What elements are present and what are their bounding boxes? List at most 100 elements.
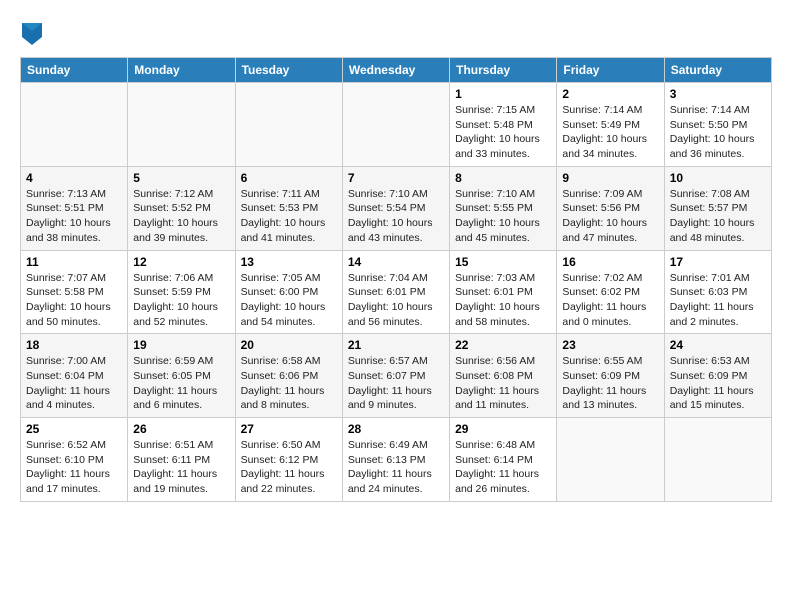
calendar-cell: 3 Sunrise: 7:14 AMSunset: 5:50 PMDaylight… <box>664 83 771 167</box>
calendar-cell: 14 Sunrise: 7:04 AMSunset: 6:01 PMDayligh… <box>342 250 449 334</box>
calendar-week-row: 11 Sunrise: 7:07 AMSunset: 5:58 PMDayligh… <box>21 250 772 334</box>
calendar-table: SundayMondayTuesdayWednesdayThursdayFrid… <box>20 57 772 502</box>
calendar-cell: 26Sunrise: 6:51 AMSunset: 6:11 PMDayligh… <box>128 418 235 502</box>
calendar-cell: 25 Sunrise: 6:52 AMSunset: 6:10 PMDayligh… <box>21 418 128 502</box>
calendar-cell: 16Sunrise: 7:02 AMSunset: 6:02 PMDayligh… <box>557 250 664 334</box>
calendar-cell: 2 Sunrise: 7:14 AMSunset: 5:49 PMDaylight… <box>557 83 664 167</box>
calendar-cell: 27 Sunrise: 6:50 AMSunset: 6:12 PMDayligh… <box>235 418 342 502</box>
cell-sun-info: Sunrise: 7:12 AMSunset: 5:52 PMDaylight:… <box>133 187 229 246</box>
cell-sun-info: Sunrise: 7:06 AMSunset: 5:59 PMDaylight:… <box>133 271 229 330</box>
day-of-week-header: Monday <box>128 58 235 83</box>
calendar-cell <box>557 418 664 502</box>
day-number: 24 <box>670 338 766 352</box>
cell-sun-info: Sunrise: 6:59 AMSunset: 6:05 PMDaylight:… <box>133 354 229 413</box>
calendar-cell: 21 Sunrise: 6:57 AMSunset: 6:07 PMDayligh… <box>342 334 449 418</box>
day-number: 25 <box>26 422 122 436</box>
day-number: 18 <box>26 338 122 352</box>
day-number: 2 <box>562 87 658 101</box>
day-number: 20 <box>241 338 337 352</box>
calendar-cell: 6 Sunrise: 7:11 AMSunset: 5:53 PMDaylight… <box>235 166 342 250</box>
day-number: 17 <box>670 255 766 269</box>
day-number: 26 <box>133 422 229 436</box>
calendar-cell <box>342 83 449 167</box>
day-number: 13 <box>241 255 337 269</box>
calendar-cell: 1Sunrise: 7:15 AMSunset: 5:48 PMDaylight… <box>450 83 557 167</box>
cell-sun-info: Sunrise: 7:15 AMSunset: 5:48 PMDaylight:… <box>455 103 551 162</box>
calendar-week-row: 18Sunrise: 7:00 AMSunset: 6:04 PMDayligh… <box>21 334 772 418</box>
day-number: 3 <box>670 87 766 101</box>
cell-sun-info: Sunrise: 7:13 AMSunset: 5:51 PMDaylight:… <box>26 187 122 246</box>
cell-sun-info: Sunrise: 6:58 AMSunset: 6:06 PMDaylight:… <box>241 354 337 413</box>
day-number: 11 <box>26 255 122 269</box>
calendar-cell: 23 Sunrise: 6:55 AMSunset: 6:09 PMDayligh… <box>557 334 664 418</box>
cell-sun-info: Sunrise: 6:53 AMSunset: 6:09 PMDaylight:… <box>670 354 766 413</box>
cell-sun-info: Sunrise: 7:04 AMSunset: 6:01 PMDaylight:… <box>348 271 444 330</box>
cell-sun-info: Sunrise: 6:50 AMSunset: 6:12 PMDaylight:… <box>241 438 337 497</box>
calendar-cell: 10 Sunrise: 7:08 AMSunset: 5:57 PMDayligh… <box>664 166 771 250</box>
calendar-cell: 24 Sunrise: 6:53 AMSunset: 6:09 PMDayligh… <box>664 334 771 418</box>
cell-sun-info: Sunrise: 6:48 AMSunset: 6:14 PMDaylight:… <box>455 438 551 497</box>
day-number: 16 <box>562 255 658 269</box>
day-of-week-header: Thursday <box>450 58 557 83</box>
calendar-cell: 4 Sunrise: 7:13 AMSunset: 5:51 PMDaylight… <box>21 166 128 250</box>
cell-sun-info: Sunrise: 7:10 AMSunset: 5:55 PMDaylight:… <box>455 187 551 246</box>
day-number: 15 <box>455 255 551 269</box>
calendar-cell: 12 Sunrise: 7:06 AMSunset: 5:59 PMDayligh… <box>128 250 235 334</box>
cell-sun-info: Sunrise: 6:57 AMSunset: 6:07 PMDaylight:… <box>348 354 444 413</box>
logo-icon <box>22 23 42 45</box>
logo-text <box>20 25 42 47</box>
day-number: 22 <box>455 338 551 352</box>
calendar-week-row: 25 Sunrise: 6:52 AMSunset: 6:10 PMDayligh… <box>21 418 772 502</box>
day-number: 9 <box>562 171 658 185</box>
day-number: 7 <box>348 171 444 185</box>
calendar-cell <box>128 83 235 167</box>
cell-sun-info: Sunrise: 7:10 AMSunset: 5:54 PMDaylight:… <box>348 187 444 246</box>
cell-sun-info: Sunrise: 6:55 AMSunset: 6:09 PMDaylight:… <box>562 354 658 413</box>
calendar-cell: 29 Sunrise: 6:48 AMSunset: 6:14 PMDayligh… <box>450 418 557 502</box>
day-of-week-header: Tuesday <box>235 58 342 83</box>
calendar-cell: 22 Sunrise: 6:56 AMSunset: 6:08 PMDayligh… <box>450 334 557 418</box>
day-of-week-header: Friday <box>557 58 664 83</box>
cell-sun-info: Sunrise: 6:56 AMSunset: 6:08 PMDaylight:… <box>455 354 551 413</box>
day-number: 21 <box>348 338 444 352</box>
calendar-week-row: 1Sunrise: 7:15 AMSunset: 5:48 PMDaylight… <box>21 83 772 167</box>
cell-sun-info: Sunrise: 6:52 AMSunset: 6:10 PMDaylight:… <box>26 438 122 497</box>
calendar-cell: 18Sunrise: 7:00 AMSunset: 6:04 PMDayligh… <box>21 334 128 418</box>
cell-sun-info: Sunrise: 7:14 AMSunset: 5:50 PMDaylight:… <box>670 103 766 162</box>
calendar-week-row: 4 Sunrise: 7:13 AMSunset: 5:51 PMDaylight… <box>21 166 772 250</box>
calendar-cell <box>21 83 128 167</box>
day-number: 27 <box>241 422 337 436</box>
calendar-cell: 20 Sunrise: 6:58 AMSunset: 6:06 PMDayligh… <box>235 334 342 418</box>
day-number: 29 <box>455 422 551 436</box>
cell-sun-info: Sunrise: 7:11 AMSunset: 5:53 PMDaylight:… <box>241 187 337 246</box>
cell-sun-info: Sunrise: 7:14 AMSunset: 5:49 PMDaylight:… <box>562 103 658 162</box>
cell-sun-info: Sunrise: 7:07 AMSunset: 5:58 PMDaylight:… <box>26 271 122 330</box>
calendar-cell: 28Sunrise: 6:49 AMSunset: 6:13 PMDayligh… <box>342 418 449 502</box>
calendar-cell: 9 Sunrise: 7:09 AMSunset: 5:56 PMDaylight… <box>557 166 664 250</box>
day-of-week-header: Saturday <box>664 58 771 83</box>
day-number: 4 <box>26 171 122 185</box>
day-number: 12 <box>133 255 229 269</box>
cell-sun-info: Sunrise: 7:08 AMSunset: 5:57 PMDaylight:… <box>670 187 766 246</box>
calendar-cell <box>235 83 342 167</box>
cell-sun-info: Sunrise: 6:49 AMSunset: 6:13 PMDaylight:… <box>348 438 444 497</box>
calendar-cell: 11 Sunrise: 7:07 AMSunset: 5:58 PMDayligh… <box>21 250 128 334</box>
day-number: 14 <box>348 255 444 269</box>
calendar-cell: 7 Sunrise: 7:10 AMSunset: 5:54 PMDaylight… <box>342 166 449 250</box>
cell-sun-info: Sunrise: 7:01 AMSunset: 6:03 PMDaylight:… <box>670 271 766 330</box>
cell-sun-info: Sunrise: 7:09 AMSunset: 5:56 PMDaylight:… <box>562 187 658 246</box>
logo <box>20 25 42 47</box>
calendar-cell: 19 Sunrise: 6:59 AMSunset: 6:05 PMDayligh… <box>128 334 235 418</box>
day-number: 6 <box>241 171 337 185</box>
day-number: 19 <box>133 338 229 352</box>
calendar-cell: 13 Sunrise: 7:05 AMSunset: 6:00 PMDayligh… <box>235 250 342 334</box>
cell-sun-info: Sunrise: 7:05 AMSunset: 6:00 PMDaylight:… <box>241 271 337 330</box>
day-number: 23 <box>562 338 658 352</box>
calendar-cell: 17 Sunrise: 7:01 AMSunset: 6:03 PMDayligh… <box>664 250 771 334</box>
day-number: 8 <box>455 171 551 185</box>
day-number: 10 <box>670 171 766 185</box>
calendar-cell: 5 Sunrise: 7:12 AMSunset: 5:52 PMDaylight… <box>128 166 235 250</box>
calendar-cell <box>664 418 771 502</box>
calendar-header-row: SundayMondayTuesdayWednesdayThursdayFrid… <box>21 58 772 83</box>
day-number: 5 <box>133 171 229 185</box>
